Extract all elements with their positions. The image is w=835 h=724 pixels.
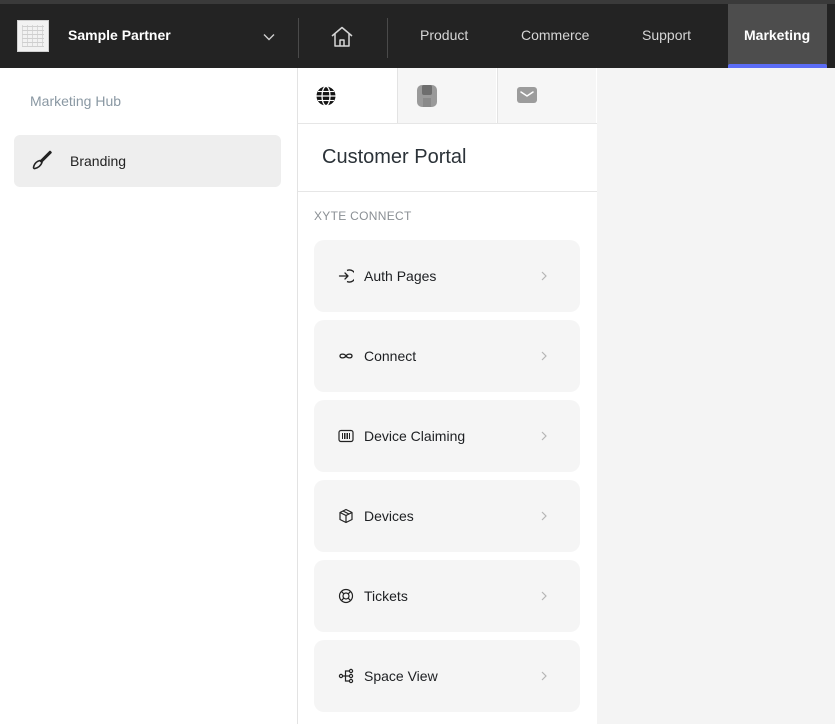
tab-web[interactable]	[298, 68, 397, 123]
barcode-icon	[338, 429, 354, 443]
chevron-right-icon	[541, 351, 547, 361]
card-label: Device Claiming	[364, 428, 466, 444]
chevron-right-icon	[541, 431, 547, 441]
sidebar-section-title: Marketing Hub	[30, 93, 122, 109]
card-label: Space View	[364, 668, 438, 684]
partner-logo[interactable]	[17, 20, 49, 52]
chevron-right-icon	[541, 591, 547, 601]
divider	[387, 18, 388, 58]
section-label: XYTE CONNECT	[314, 209, 412, 223]
panel-title: Customer Portal	[322, 146, 467, 168]
customer-portal-panel: Customer Portal XYTE CONNECT Auth Pages …	[297, 68, 598, 724]
card-label: Devices	[364, 508, 414, 524]
card-label: Connect	[364, 348, 417, 364]
tab-mail[interactable]	[497, 68, 596, 123]
nav-product[interactable]: Product	[420, 27, 468, 43]
hierarchy-icon	[338, 668, 354, 684]
lifebuoy-icon	[338, 588, 354, 604]
card-label: Tickets	[364, 588, 408, 604]
chevron-right-icon	[541, 511, 547, 521]
chevron-right-icon	[541, 271, 547, 281]
card-device-claiming[interactable]: Device Claiming	[314, 400, 580, 472]
card-label: Auth Pages	[364, 268, 437, 284]
tab-device[interactable]	[397, 68, 496, 123]
card-tickets[interactable]: Tickets	[314, 560, 580, 632]
brush-icon	[32, 150, 52, 170]
partner-name[interactable]: Sample Partner	[68, 27, 171, 43]
nav-marketing[interactable]: Marketing	[728, 4, 827, 68]
card-space-view[interactable]: Space View	[314, 640, 580, 712]
card-devices[interactable]: Devices	[314, 480, 580, 552]
sidebar-item-label: Branding	[70, 153, 127, 169]
card-connect[interactable]: Connect	[314, 320, 580, 392]
chevron-right-icon	[541, 671, 547, 681]
preview-pane	[597, 68, 835, 724]
divider	[298, 18, 299, 58]
nav-marketing-label: Marketing	[744, 27, 811, 43]
sign-in-icon	[338, 269, 354, 283]
card-auth-pages[interactable]: Auth Pages	[314, 240, 580, 312]
nav-support[interactable]: Support	[642, 27, 691, 43]
globe-icon	[316, 85, 336, 107]
device-icon	[417, 85, 437, 107]
panel-tabs	[298, 68, 597, 124]
sidebar-item-branding[interactable]: Branding	[14, 135, 281, 187]
cube-icon	[339, 508, 353, 524]
chevron-down-icon[interactable]	[262, 30, 276, 44]
top-navigation-bar: Sample Partner Product Commerce Support …	[0, 0, 835, 68]
divider	[298, 191, 597, 192]
nav-commerce[interactable]: Commerce	[521, 27, 589, 43]
home-icon[interactable]	[329, 25, 355, 49]
infinity-icon	[339, 353, 353, 359]
mail-icon	[517, 87, 537, 103]
